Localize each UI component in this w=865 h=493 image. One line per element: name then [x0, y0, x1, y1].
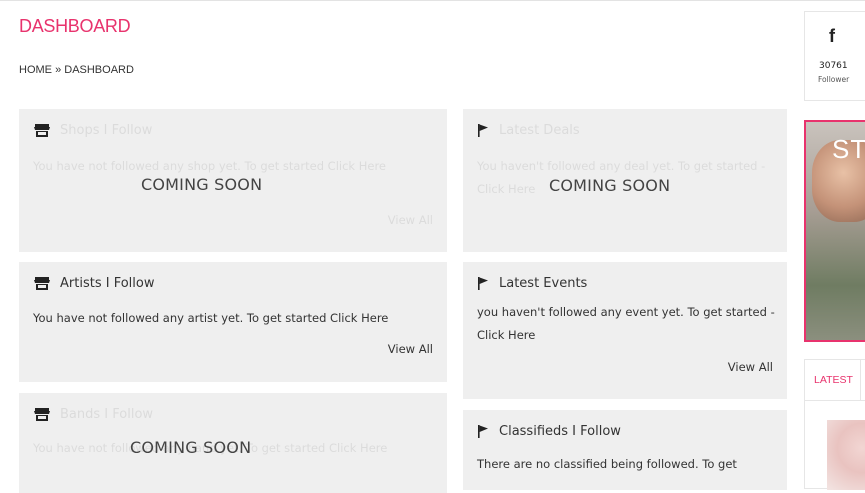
breadcrumb: HOME » DASHBOARD [19, 64, 134, 76]
deals-card-title: Latest Deals [499, 123, 580, 138]
sidebar-tabs-widget: LATEST [804, 359, 865, 490]
store-icon [34, 124, 50, 137]
artists-card-message: You have not followed any artist yet. To… [33, 311, 331, 325]
sidebar-ad-banner[interactable]: ST [804, 120, 865, 342]
deals-card-header: Latest Deals [478, 123, 580, 138]
breadcrumb-current: DASHBOARD [64, 64, 134, 76]
shops-card: Shops I Follow You have not followed any… [19, 109, 447, 252]
breadcrumb-home-link[interactable]: HOME [19, 64, 52, 76]
events-card-header: Latest Events [478, 276, 587, 291]
coming-soon-label: COMING SOON [549, 176, 671, 195]
classifieds-card-title: Classifieds I Follow [499, 424, 621, 439]
store-icon [34, 277, 50, 290]
artists-view-all-link[interactable]: View All [388, 342, 433, 356]
artists-card-text: You have not followed any artist yet. To… [33, 307, 435, 330]
tab-divider [860, 360, 861, 400]
events-click-here-link[interactable]: Click Here [477, 328, 535, 342]
events-card-text: you haven't followed any event yet. To g… [477, 301, 775, 347]
flag-icon [478, 124, 489, 137]
events-view-all-link[interactable]: View All [728, 360, 773, 374]
bands-card: Bands I Follow You have not followed any… [19, 393, 447, 493]
flag-icon [478, 425, 489, 438]
artists-card: Artists I Follow You have not followed a… [19, 262, 447, 382]
classifieds-card-text: There are no classified being followed. … [477, 457, 737, 471]
page-title: DASHBOARD [19, 16, 131, 36]
artists-click-here-link[interactable]: Click Here [330, 311, 388, 325]
artists-card-title: Artists I Follow [60, 276, 155, 291]
artists-card-header: Artists I Follow [34, 276, 154, 291]
flag-icon [478, 277, 489, 290]
coming-soon-label: COMING SOON [141, 175, 263, 194]
facebook-follower-count: 30761 [819, 61, 848, 71]
events-card: Latest Events you haven't followed any e… [463, 262, 787, 399]
bands-card-header: Bands I Follow [34, 407, 153, 422]
shops-card-header: Shops I Follow [34, 123, 152, 138]
latest-post-thumbnail[interactable] [827, 420, 865, 490]
breadcrumb-separator: » [55, 64, 62, 76]
tab-underline [805, 400, 865, 401]
facebook-icon: f [829, 26, 835, 46]
events-card-message: you haven't followed any event yet. To g… [477, 305, 775, 319]
ad-banner-text: ST [832, 134, 865, 164]
facebook-follower-label: Follower [818, 75, 850, 84]
store-icon [34, 408, 50, 421]
events-card-title: Latest Events [499, 276, 588, 291]
shops-card-title: Shops I Follow [60, 123, 153, 138]
facebook-follow-widget[interactable]: f 30761 Follower [804, 11, 865, 101]
classifieds-card: Classifieds I Follow There are no classi… [463, 410, 787, 490]
deals-card: Latest Deals You haven't followed any de… [463, 109, 787, 252]
top-border [0, 0, 865, 1]
tab-latest[interactable]: LATEST [814, 374, 853, 386]
coming-soon-label: COMING SOON [130, 438, 252, 457]
classifieds-card-header: Classifieds I Follow [478, 424, 621, 439]
bands-card-title: Bands I Follow [60, 407, 154, 422]
shops-view-all-link[interactable]: View All [388, 213, 433, 227]
